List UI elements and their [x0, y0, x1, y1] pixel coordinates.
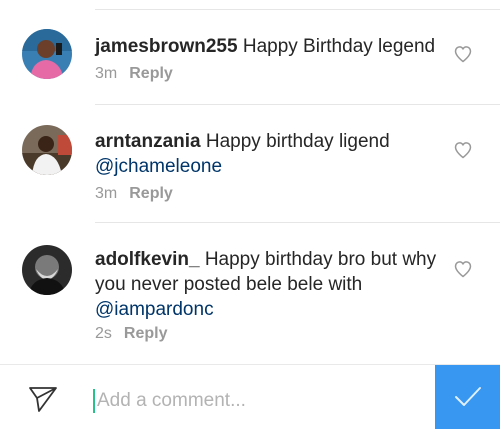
comment-text: jamesbrown255 Happy Birthday legend [95, 34, 440, 59]
checkmark-icon [455, 387, 481, 406]
reply-button[interactable]: Reply [129, 185, 173, 202]
comment-divider [95, 222, 500, 223]
comment-divider [95, 104, 500, 105]
mention-link[interactable]: @jchameleone [95, 156, 222, 177]
comment-text: adolfkevin_ Happy birthday bro but why y… [95, 247, 440, 322]
text-cursor [93, 389, 95, 413]
reply-button[interactable]: Reply [129, 65, 173, 82]
avatar[interactable] [22, 245, 72, 295]
avatar[interactable] [22, 29, 72, 79]
reply-button[interactable]: Reply [124, 325, 168, 342]
heart-icon[interactable] [453, 44, 473, 64]
heart-icon[interactable] [453, 140, 473, 160]
comment-text: arntanzania Happy birthday ligend @jcham… [95, 129, 440, 179]
comment-input[interactable] [97, 385, 417, 417]
comment-username[interactable]: jamesbrown255 [95, 36, 238, 57]
post-comment-button[interactable] [435, 365, 500, 429]
comment-composer [0, 364, 500, 429]
comment-body: Happy Birthday legend [237, 36, 436, 57]
top-divider [95, 9, 500, 10]
comment-meta: 3m Reply [95, 65, 173, 83]
mention-link[interactable]: @iampardonc [95, 299, 214, 320]
comment-time: 2s [95, 325, 112, 342]
comment-time: 3m [95, 185, 118, 202]
comment-time: 3m [95, 65, 118, 82]
comment-username[interactable]: adolfkevin_ [95, 249, 200, 270]
heart-icon[interactable] [453, 259, 473, 279]
comment-username[interactable]: arntanzania [95, 131, 201, 152]
comment-meta: 2s Reply [95, 325, 167, 343]
paper-plane-icon[interactable] [28, 385, 58, 413]
avatar[interactable] [22, 125, 72, 175]
comment-body: Happy birthday ligend [200, 131, 390, 152]
comment-meta: 3m Reply [95, 185, 173, 203]
